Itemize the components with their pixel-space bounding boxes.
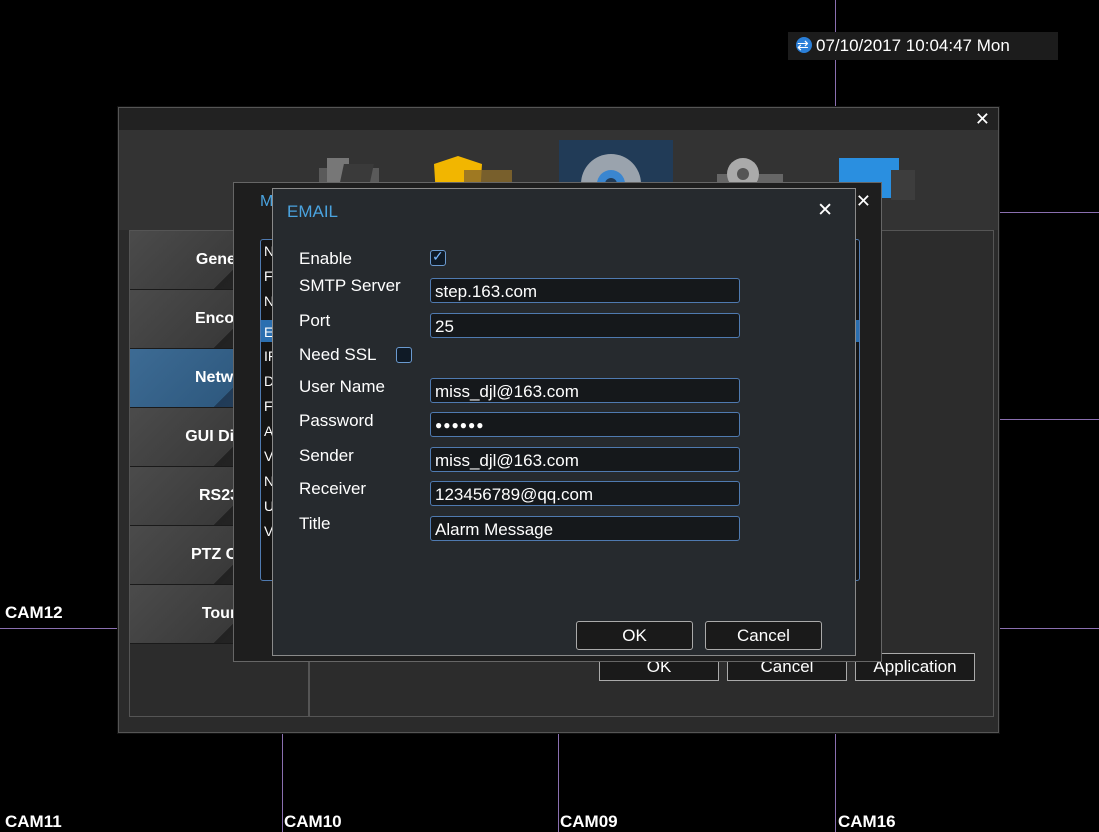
sync-icon xyxy=(796,31,812,59)
user-name-input[interactable]: miss_djl@163.com xyxy=(430,378,740,403)
datetime-display: 07/10/2017 10:04:47 Mon xyxy=(788,31,1058,60)
receiver-input[interactable]: 123456789@qq.com xyxy=(430,481,740,506)
title-label: Title xyxy=(299,514,331,533)
grid-line xyxy=(0,628,119,629)
grid-line xyxy=(558,730,559,832)
user-name-label: User Name xyxy=(299,377,385,396)
camera-label: CAM12 xyxy=(5,603,63,622)
close-icon[interactable]: ✕ xyxy=(856,191,871,212)
grid-line xyxy=(835,730,836,832)
grid-line xyxy=(997,212,1099,213)
password-label: Password xyxy=(299,411,374,430)
receiver-label: Receiver xyxy=(299,479,367,498)
need-ssl-checkbox[interactable] xyxy=(396,347,412,363)
enable-checkbox[interactable] xyxy=(430,248,446,266)
enable-label: Enable xyxy=(299,249,352,268)
title-input[interactable]: Alarm Message xyxy=(430,516,740,541)
close-icon[interactable]: ✕ xyxy=(975,109,990,130)
main-menu-titlebar xyxy=(119,108,998,130)
password-input[interactable]: ●●●●●● xyxy=(430,412,740,437)
sender-input[interactable]: miss_djl@163.com xyxy=(430,447,740,472)
camera-label: CAM16 xyxy=(838,812,896,831)
port-input[interactable]: 25 xyxy=(430,313,740,338)
camera-label: CAM10 xyxy=(284,812,342,831)
datetime-text: 07/10/2017 10:04:47 Mon xyxy=(816,36,1010,55)
email-dialog-title: EMAIL xyxy=(287,202,339,221)
sender-label: Sender xyxy=(299,446,354,465)
smtp-server-label: SMTP Server xyxy=(299,276,401,295)
grid-line xyxy=(282,730,283,832)
camera-label: CAM11 xyxy=(5,812,62,831)
close-icon[interactable]: ✕ xyxy=(817,199,833,222)
email-dialog: EMAIL ✕ Enable SMTP Server step.163.com … xyxy=(272,188,856,656)
camera-label: CAM09 xyxy=(560,812,618,831)
smtp-server-input[interactable]: step.163.com xyxy=(430,278,740,303)
port-label: Port xyxy=(299,311,331,330)
need-ssl-label: Need SSL xyxy=(299,345,377,364)
email-ok-button[interactable]: OK xyxy=(576,621,693,650)
grid-line xyxy=(997,419,1099,420)
grid-line xyxy=(997,628,1099,629)
email-cancel-button[interactable]: Cancel xyxy=(705,621,822,650)
